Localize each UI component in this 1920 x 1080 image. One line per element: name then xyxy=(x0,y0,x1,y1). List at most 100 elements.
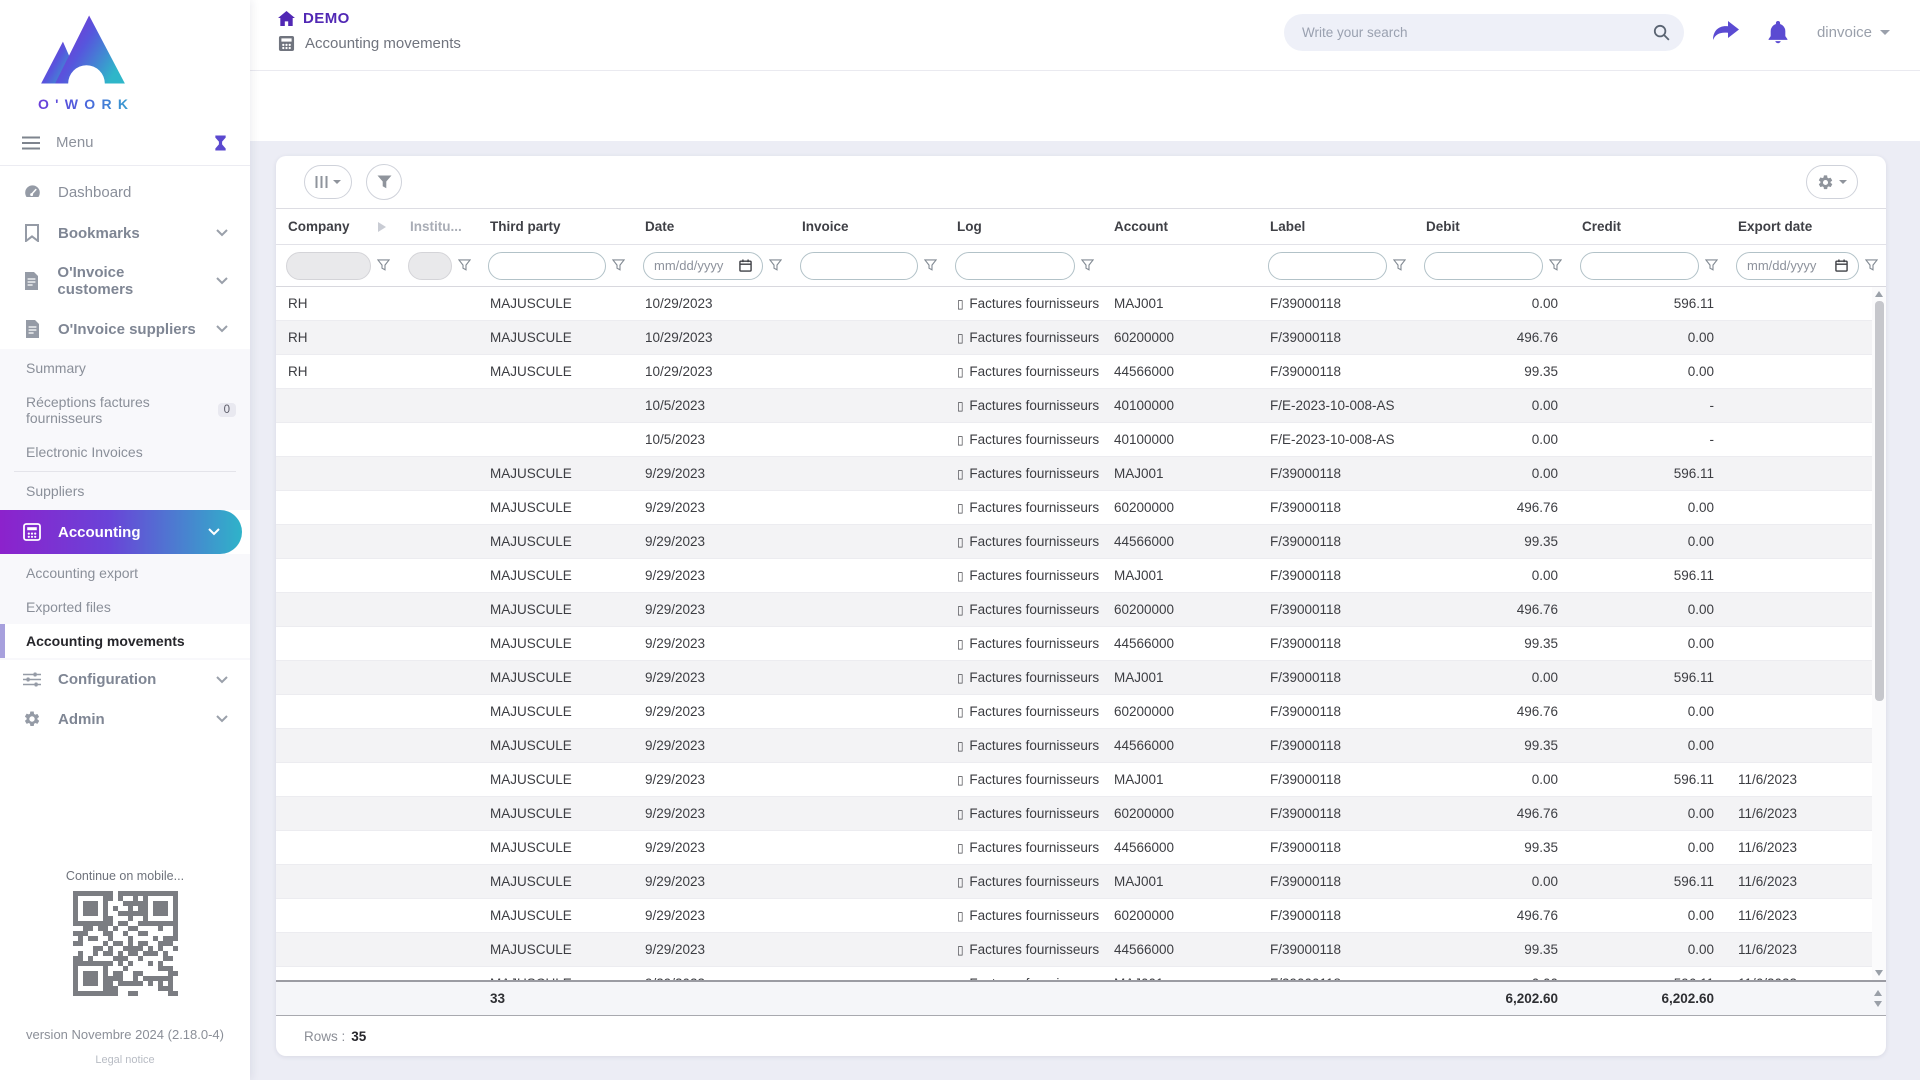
column-header-third-party[interactable]: Third party xyxy=(478,219,633,234)
user-menu[interactable]: dinvoice xyxy=(1817,24,1890,41)
column-header-company[interactable]: Company xyxy=(276,219,398,234)
share-icon[interactable] xyxy=(1712,21,1739,43)
cell-credit: 596.11 xyxy=(1570,296,1726,311)
summary-scroll-arrows[interactable] xyxy=(1872,982,1884,1015)
column-header-debit[interactable]: Debit xyxy=(1414,219,1570,234)
sidebar-item-o-invoice-customers[interactable]: O'Invoice customers xyxy=(0,253,250,309)
table-row[interactable]: MAJUSCULE9/29/2023▯ Factures fournisseur… xyxy=(276,491,1872,525)
filter-funnel-icon[interactable] xyxy=(1865,259,1878,272)
calendar-icon[interactable] xyxy=(1835,259,1848,272)
missing-glyph-icon: ▯ xyxy=(957,501,964,515)
table-row[interactable]: MAJUSCULE9/29/2023▯ Factures fournisseur… xyxy=(276,865,1872,899)
filter-input-log[interactable] xyxy=(955,252,1075,280)
triangle-right-icon[interactable] xyxy=(378,222,386,232)
filter-funnel-icon[interactable] xyxy=(1393,259,1406,272)
table-row[interactable]: RHMAJUSCULE10/29/2023▯ Factures fourniss… xyxy=(276,321,1872,355)
filter-funnel-icon[interactable] xyxy=(1549,259,1562,272)
table-row[interactable]: MAJUSCULE9/29/2023▯ Factures fournisseur… xyxy=(276,967,1872,980)
column-header-log[interactable]: Log xyxy=(945,219,1102,234)
filter-funnel-icon[interactable] xyxy=(1081,259,1094,272)
home-icon[interactable] xyxy=(278,11,295,26)
table-row[interactable]: MAJUSCULE9/29/2023▯ Factures fournisseur… xyxy=(276,933,1872,967)
table-row[interactable]: MAJUSCULE9/29/2023▯ Factures fournisseur… xyxy=(276,457,1872,491)
filter-funnel-icon[interactable] xyxy=(612,259,625,272)
sidebar-subitem-accounting-movements[interactable]: Accounting movements xyxy=(0,624,250,658)
table-row[interactable]: RHMAJUSCULE10/29/2023▯ Factures fourniss… xyxy=(276,355,1872,389)
filter-date-input-export-date[interactable]: mm/dd/yyyy xyxy=(1736,252,1859,280)
sidebar-subitem-accounting-export[interactable]: Accounting export xyxy=(0,556,250,590)
filter-funnel-icon[interactable] xyxy=(458,259,471,272)
columns-button[interactable] xyxy=(304,165,352,199)
scroll-up-arrow-icon[interactable] xyxy=(1875,291,1883,297)
column-header-label[interactable]: Label xyxy=(1258,219,1414,234)
search-icon[interactable] xyxy=(1653,24,1670,41)
column-header-export-date[interactable]: Export date xyxy=(1726,219,1886,234)
cell-label: F/39000118 xyxy=(1258,806,1414,821)
filter-input-invoice[interactable] xyxy=(800,252,918,280)
filter-funnel-icon[interactable] xyxy=(769,259,782,272)
filter-input-third-party[interactable] xyxy=(488,252,606,280)
legal-notice-link[interactable]: Legal notice xyxy=(0,1054,250,1066)
scrollbar-thumb[interactable] xyxy=(1875,301,1884,701)
table-row[interactable]: MAJUSCULE9/29/2023▯ Factures fournisseur… xyxy=(276,797,1872,831)
sidebar-subitem-suppliers[interactable]: Suppliers xyxy=(0,474,250,508)
sidebar-item-admin[interactable]: Admin xyxy=(0,699,250,739)
cell-credit: 0.00 xyxy=(1570,500,1726,515)
sidebar-subitem-summary[interactable]: Summary xyxy=(0,351,250,385)
sidebar-item-label: Accounting xyxy=(58,524,141,541)
table-row[interactable]: MAJUSCULE9/29/2023▯ Factures fournisseur… xyxy=(276,593,1872,627)
breadcrumb-primary[interactable]: DEMO xyxy=(303,10,350,27)
column-header-date[interactable]: Date xyxy=(633,219,790,234)
sidebar-subitem-electronic-invoices[interactable]: Electronic Invoices xyxy=(0,435,250,469)
table-row[interactable]: 10/5/2023▯ Factures fournisseurs40100000… xyxy=(276,423,1872,457)
filter-funnel-icon[interactable] xyxy=(1705,259,1718,272)
table-row[interactable]: 10/5/2023▯ Factures fournisseurs40100000… xyxy=(276,389,1872,423)
sidebar-item-accounting[interactable]: Accounting xyxy=(0,510,242,554)
table-row[interactable]: MAJUSCULE9/29/2023▯ Factures fournisseur… xyxy=(276,627,1872,661)
table-row[interactable]: MAJUSCULE9/29/2023▯ Factures fournisseur… xyxy=(276,763,1872,797)
pin-sidebar-icon[interactable] xyxy=(213,135,228,151)
search-input[interactable] xyxy=(1302,25,1653,40)
filter-input-label[interactable] xyxy=(1268,252,1387,280)
filter-button[interactable] xyxy=(366,164,402,200)
column-header-account[interactable]: Account xyxy=(1102,219,1258,234)
cell-log: ▯ Factures fournisseurs xyxy=(945,806,1102,821)
scroll-up-arrow-icon[interactable] xyxy=(1874,990,1882,996)
calendar-icon[interactable] xyxy=(739,259,752,272)
cell-credit: - xyxy=(1570,398,1726,413)
filter-funnel-icon[interactable] xyxy=(377,259,390,272)
table-row[interactable]: MAJUSCULE9/29/2023▯ Factures fournisseur… xyxy=(276,899,1872,933)
column-header-invoice[interactable]: Invoice xyxy=(790,219,945,234)
vertical-scrollbar[interactable] xyxy=(1872,287,1886,980)
grid-settings-gear-button[interactable] xyxy=(1806,165,1858,199)
cell-log: ▯ Factures fournisseurs xyxy=(945,296,1102,311)
table-row[interactable]: MAJUSCULE9/29/2023▯ Factures fournisseur… xyxy=(276,525,1872,559)
table-row[interactable]: RHMAJUSCULE10/29/2023▯ Factures fourniss… xyxy=(276,287,1872,321)
filter-input-company xyxy=(286,252,371,280)
column-header-label: Third party xyxy=(490,219,561,234)
table-row[interactable]: MAJUSCULE9/29/2023▯ Factures fournisseur… xyxy=(276,695,1872,729)
sidebar-item-bookmarks[interactable]: Bookmarks xyxy=(0,213,250,253)
table-row[interactable]: MAJUSCULE9/29/2023▯ Factures fournisseur… xyxy=(276,559,1872,593)
sidebar-item-o-invoice-suppliers[interactable]: O'Invoice suppliers xyxy=(0,309,250,349)
column-header-institution[interactable]: Institu... xyxy=(398,219,478,234)
table-row[interactable]: MAJUSCULE9/29/2023▯ Factures fournisseur… xyxy=(276,729,1872,763)
sidebar-menu-toggle[interactable]: Menu xyxy=(0,118,250,165)
notifications-bell-icon[interactable] xyxy=(1767,21,1789,44)
scroll-down-arrow-icon[interactable] xyxy=(1874,1001,1882,1007)
table-row[interactable]: MAJUSCULE9/29/2023▯ Factures fournisseur… xyxy=(276,831,1872,865)
sidebar-item-dashboard[interactable]: Dashboard xyxy=(0,172,250,213)
sidebar-subitem-exported-files[interactable]: Exported files xyxy=(0,590,250,624)
filter-funnel-icon[interactable] xyxy=(924,259,937,272)
sidebar-item-configuration[interactable]: Configuration xyxy=(0,660,250,699)
scroll-down-arrow-icon[interactable] xyxy=(1875,970,1883,976)
filter-input-debit[interactable] xyxy=(1424,252,1543,280)
filter-date-input-date[interactable]: mm/dd/yyyy xyxy=(643,252,763,280)
cell-debit: 0.00 xyxy=(1414,432,1570,447)
summary-cell-third-party: 33 xyxy=(478,991,633,1006)
column-header-credit[interactable]: Credit xyxy=(1570,219,1726,234)
table-row[interactable]: MAJUSCULE9/29/2023▯ Factures fournisseur… xyxy=(276,661,1872,695)
hamburger-icon[interactable] xyxy=(22,136,40,150)
filter-input-credit[interactable] xyxy=(1580,252,1699,280)
sidebar-subitem-r-ceptions-factures-fournisseurs[interactable]: Réceptions factures fournisseurs0 xyxy=(0,385,250,435)
